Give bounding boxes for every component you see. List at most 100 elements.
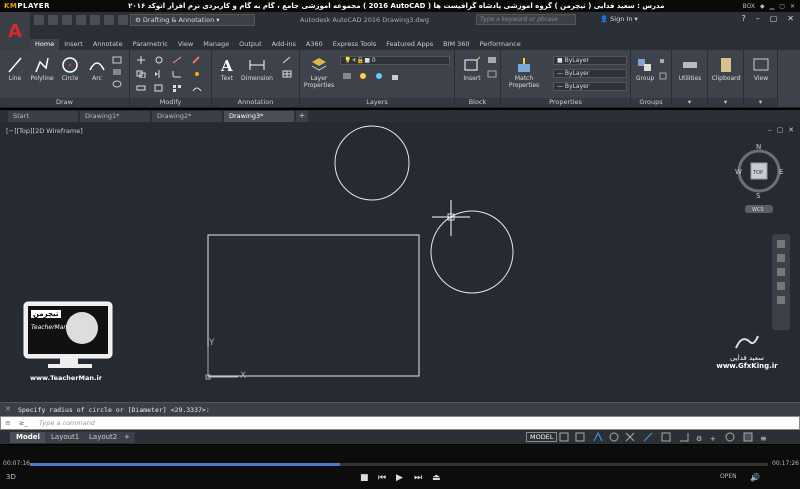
tab-performance[interactable]: Performance [475,39,526,50]
color-select[interactable]: ■ ByLayer [553,56,627,65]
create-block-icon[interactable] [487,56,497,64]
polyline-tool[interactable]: Polyline [28,56,56,82]
array-icon[interactable] [172,84,182,92]
command-input[interactable]: Type a command [39,419,95,427]
close-icon[interactable]: ✕ [787,14,794,23]
group-edit-icon[interactable] [659,72,669,80]
line-tool[interactable]: Line [4,56,26,82]
search-input[interactable]: Type a keyword or phrase [476,14,576,25]
file-tab-drawing1[interactable]: Drawing1* [80,111,150,122]
plot-icon[interactable] [90,15,100,25]
text-tool[interactable]: A Text [216,56,238,82]
maximize-icon[interactable]: ▢ [779,3,785,10]
layer-freeze-icon[interactable] [374,72,384,80]
layer-state-icon[interactable] [342,72,352,80]
eject-icon[interactable]: ⏏ [432,473,441,483]
circle-tool[interactable]: Circle [58,56,82,82]
play-icon[interactable]: ▶ [396,473,403,483]
box-button[interactable]: BOX [743,3,755,10]
command-customize-icon[interactable]: ≡ [5,419,11,427]
minimize-icon[interactable]: ▁ [770,3,775,10]
undo-icon[interactable] [104,15,114,25]
new-layout-button[interactable]: + [121,432,135,443]
layout-tab-layout2[interactable]: Layout2 [83,432,124,443]
seek-bar[interactable] [30,463,768,466]
offset-icon[interactable] [192,84,202,92]
tab-output[interactable]: Output [234,39,267,50]
volume-icon[interactable]: 🔊 [750,473,760,482]
scale-icon[interactable] [154,84,164,92]
mirror-icon[interactable] [154,70,164,78]
tab-home[interactable]: Home [30,39,60,50]
file-tab-drawing2[interactable]: Drawing2* [152,111,222,122]
status-toggles[interactable]: ⚙ + ≡ [558,430,798,444]
restore-icon[interactable]: ▢ [770,14,778,23]
redo-icon[interactable] [118,15,128,25]
command-close-icon[interactable]: ✕ [5,405,11,413]
fillet-icon[interactable] [172,70,182,78]
drawn-circle-right[interactable] [430,210,514,294]
edit-block-icon[interactable] [487,70,497,78]
hatch-icon[interactable] [112,68,122,76]
linetype-select[interactable]: — ByLayer [553,82,627,91]
insert-tool[interactable]: Insert [459,56,485,82]
rotate-icon[interactable] [154,56,164,64]
ellipse-icon[interactable] [112,80,122,88]
previous-icon[interactable]: ⏮ [378,473,386,483]
open-button[interactable]: OPEN [720,473,737,480]
rectangle-icon[interactable] [112,56,122,64]
tab-manage[interactable]: Manage [198,39,234,50]
match-properties-tool[interactable]: Match Properties [505,56,543,89]
file-tab-drawing3[interactable]: Drawing3* [224,111,294,122]
view-tool[interactable]: View [746,56,776,82]
drawn-rectangle[interactable] [207,234,420,377]
table-icon[interactable] [282,70,292,78]
erase-icon[interactable] [192,56,202,64]
utilities-tool[interactable]: Utilities [674,56,706,82]
workspace-select[interactable]: ⚙ Drafting & Annotation ▾ [130,14,255,26]
layout-tab-model[interactable]: Model [10,432,46,443]
tab-express-tools[interactable]: Express Tools [328,39,381,50]
command-line[interactable]: ≡ ≥_ Type a command [0,416,800,430]
stop-icon[interactable]: ■ [360,473,369,483]
minimize-icon[interactable]: – [756,14,760,23]
new-icon[interactable] [34,15,44,25]
ungroup-icon[interactable] [659,58,669,66]
trim-icon[interactable] [172,56,182,64]
dimension-tool[interactable]: Dimension [238,56,276,82]
lineweight-select[interactable]: — ByLayer [553,69,627,78]
move-icon[interactable] [136,56,146,64]
layer-off-icon[interactable] [358,72,368,80]
tab-addins[interactable]: Add-ins [267,39,301,50]
drawing-canvas[interactable]: [−][Top][2D Wireframe] – ▢ ✕ Y X TOP N S… [0,122,800,402]
save-icon[interactable] [62,15,72,25]
clipboard-tool[interactable]: Clipboard [709,56,743,82]
drawn-circle-top[interactable] [334,125,410,201]
stretch-icon[interactable] [136,84,146,92]
saveas-icon[interactable] [76,15,86,25]
layer-select[interactable]: 💡☀🔓■ 0 [340,56,450,65]
layer-properties-tool[interactable]: Layer Properties [302,56,336,89]
file-tab-start[interactable]: Start [8,111,78,122]
tab-annotate[interactable]: Annotate [88,39,128,50]
pin-icon[interactable]: ◆ [760,3,765,10]
navigation-bar[interactable] [772,234,790,330]
tab-parametric[interactable]: Parametric [128,39,173,50]
explode-icon[interactable] [192,70,202,78]
model-space-button[interactable]: MODEL [526,432,558,442]
tab-bim360[interactable]: BIM 360 [438,39,474,50]
next-icon[interactable]: ⏭ [414,473,422,483]
help-icon[interactable]: ? [741,14,745,23]
viewcube[interactable]: TOP N S W E WCS [735,143,783,213]
layout-tab-layout1[interactable]: Layout1 [45,432,86,443]
tab-a360[interactable]: A360 [301,39,328,50]
leader-icon[interactable] [282,56,292,64]
tab-insert[interactable]: Insert [59,39,88,50]
arc-tool[interactable]: Arc [86,56,108,82]
new-tab-button[interactable]: + [296,111,308,122]
layer-lock-icon[interactable] [390,72,400,80]
group-tool[interactable]: Group [633,56,657,82]
signin-button[interactable]: 👤 Sign In ▾ [600,15,638,23]
tab-view[interactable]: View [173,39,198,50]
tab-featured-apps[interactable]: Featured Apps [381,39,438,50]
